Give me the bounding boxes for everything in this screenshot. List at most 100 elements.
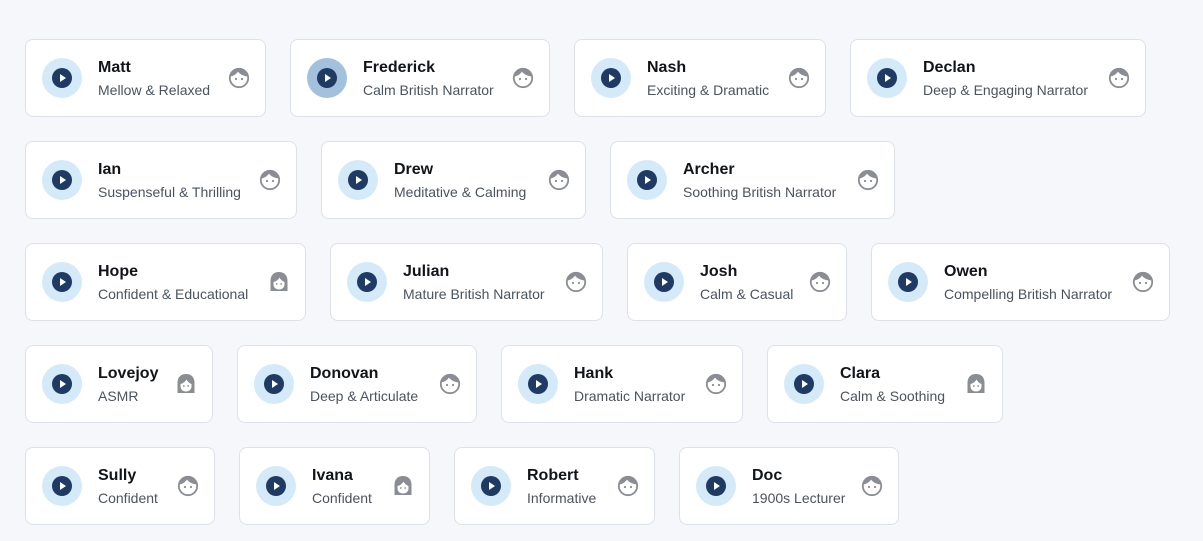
play-icon [52, 170, 72, 190]
play-button[interactable] [338, 160, 378, 200]
voice-name: Owen [944, 262, 988, 280]
voice-description: Mature British Narrator [403, 285, 545, 302]
voice-text: Clara Calm & Soothing [840, 364, 956, 405]
play-icon [898, 272, 918, 292]
play-icon [706, 476, 726, 496]
play-button[interactable] [644, 262, 684, 302]
play-button[interactable] [471, 466, 511, 506]
voice-name: Declan [923, 58, 976, 76]
play-icon [654, 272, 674, 292]
voice-card-declan[interactable]: Declan Deep & Engaging Narrator [850, 39, 1146, 117]
voice-text: Drew Meditative & Calming [394, 160, 539, 201]
voice-card-owen[interactable]: Owen Compelling British Narrator [871, 243, 1170, 321]
male-face-icon [1108, 67, 1130, 89]
voice-text: Josh Calm & Casual [700, 262, 800, 303]
male-face-icon [228, 67, 250, 89]
voice-description: Exciting & Dramatic [647, 81, 770, 98]
male-face-icon [857, 169, 879, 191]
female-face-icon [967, 374, 985, 393]
voice-row: Matt Mellow & Relaxed Frederick Calm Britis… [25, 39, 1146, 117]
play-button[interactable] [42, 58, 82, 98]
voice-name: Josh [700, 262, 738, 280]
voice-card-ian[interactable]: Ian Suspenseful & Thrilling [25, 141, 297, 219]
voice-description: Confident & Educational [98, 285, 249, 302]
play-icon [52, 68, 72, 88]
play-button[interactable] [867, 58, 907, 98]
male-face-icon [177, 475, 199, 497]
voice-card-clara[interactable]: Clara Calm & Soothing [767, 345, 1003, 423]
male-face-icon [809, 271, 831, 293]
voice-card-nash[interactable]: Nash Exciting & Dramatic [574, 39, 826, 117]
play-button[interactable] [696, 466, 736, 506]
play-button[interactable] [42, 160, 82, 200]
voice-description: Calm & Soothing [840, 387, 946, 404]
play-icon [637, 170, 657, 190]
voice-text: Lovejoy ASMR [98, 364, 166, 405]
play-icon [266, 476, 286, 496]
voice-text: Frederick Calm British Narrator [363, 58, 503, 99]
play-button[interactable] [591, 58, 631, 98]
voice-description: 1900s Lecturer [752, 489, 846, 506]
voice-card-lovejoy[interactable]: Lovejoy ASMR [25, 345, 213, 423]
play-button[interactable] [627, 160, 667, 200]
voice-name: Robert [527, 466, 579, 484]
voice-card-ivana[interactable]: Ivana Confident [239, 447, 430, 525]
voice-text: Doc 1900s Lecturer [752, 466, 852, 507]
voice-name: Matt [98, 58, 131, 76]
play-button[interactable] [347, 262, 387, 302]
voice-card-drew[interactable]: Drew Meditative & Calming [321, 141, 586, 219]
play-icon [52, 272, 72, 292]
voice-name: Doc [752, 466, 783, 484]
voice-card-matt[interactable]: Matt Mellow & Relaxed [25, 39, 266, 117]
voice-name: Lovejoy [98, 364, 159, 382]
play-button[interactable] [42, 262, 82, 302]
play-icon [481, 476, 501, 496]
play-icon [877, 68, 897, 88]
voice-name: Archer [683, 160, 735, 178]
play-button[interactable] [784, 364, 824, 404]
play-button[interactable] [518, 364, 558, 404]
voice-row: Ian Suspenseful & Thrilling Drew Meditative… [25, 141, 895, 219]
voice-text: Donovan Deep & Articulate [310, 364, 430, 405]
voice-name: Julian [403, 262, 450, 280]
play-button[interactable] [307, 58, 347, 98]
voice-name: Nash [647, 58, 687, 76]
male-face-icon [512, 67, 534, 89]
voice-card-doc[interactable]: Doc 1900s Lecturer [679, 447, 899, 525]
voice-text: Owen Compelling British Narrator [944, 262, 1123, 303]
voice-text: Declan Deep & Engaging Narrator [923, 58, 1099, 99]
male-face-icon [439, 373, 461, 395]
voice-card-donovan[interactable]: Donovan Deep & Articulate [237, 345, 477, 423]
male-face-icon [705, 373, 727, 395]
voice-description: Calm & Casual [700, 285, 794, 302]
voice-text: Sully Confident [98, 466, 168, 507]
voice-name: Donovan [310, 364, 379, 382]
voice-description: ASMR [98, 387, 139, 404]
play-button[interactable] [42, 364, 82, 404]
voice-card-hank[interactable]: Hank Dramatic Narrator [501, 345, 743, 423]
voice-card-sully[interactable]: Sully Confident [25, 447, 215, 525]
male-face-icon [259, 169, 281, 191]
play-icon [357, 272, 377, 292]
play-button[interactable] [42, 466, 82, 506]
play-button[interactable] [888, 262, 928, 302]
voice-card-frederick[interactable]: Frederick Calm British Narrator [290, 39, 550, 117]
voice-name: Hope [98, 262, 138, 280]
voice-description: Calm British Narrator [363, 81, 494, 98]
female-face-icon [177, 374, 195, 393]
voice-name: Ivana [312, 466, 353, 484]
play-button[interactable] [254, 364, 294, 404]
voice-card-robert[interactable]: Robert Informative [454, 447, 655, 525]
play-button[interactable] [256, 466, 296, 506]
voice-card-josh[interactable]: Josh Calm & Casual [627, 243, 847, 321]
voice-name: Hank [574, 364, 614, 382]
voice-description: Confident [312, 489, 372, 506]
voice-card-julian[interactable]: Julian Mature British Narrator [330, 243, 603, 321]
voice-text: Hope Confident & Educational [98, 262, 259, 303]
female-face-icon [270, 272, 288, 291]
voice-card-hope[interactable]: Hope Confident & Educational [25, 243, 306, 321]
play-icon [264, 374, 284, 394]
voice-card-archer[interactable]: Archer Soothing British Narrator [610, 141, 895, 219]
male-face-icon [565, 271, 587, 293]
voice-row: Hope Confident & Educational Julian Mature … [25, 243, 1170, 321]
